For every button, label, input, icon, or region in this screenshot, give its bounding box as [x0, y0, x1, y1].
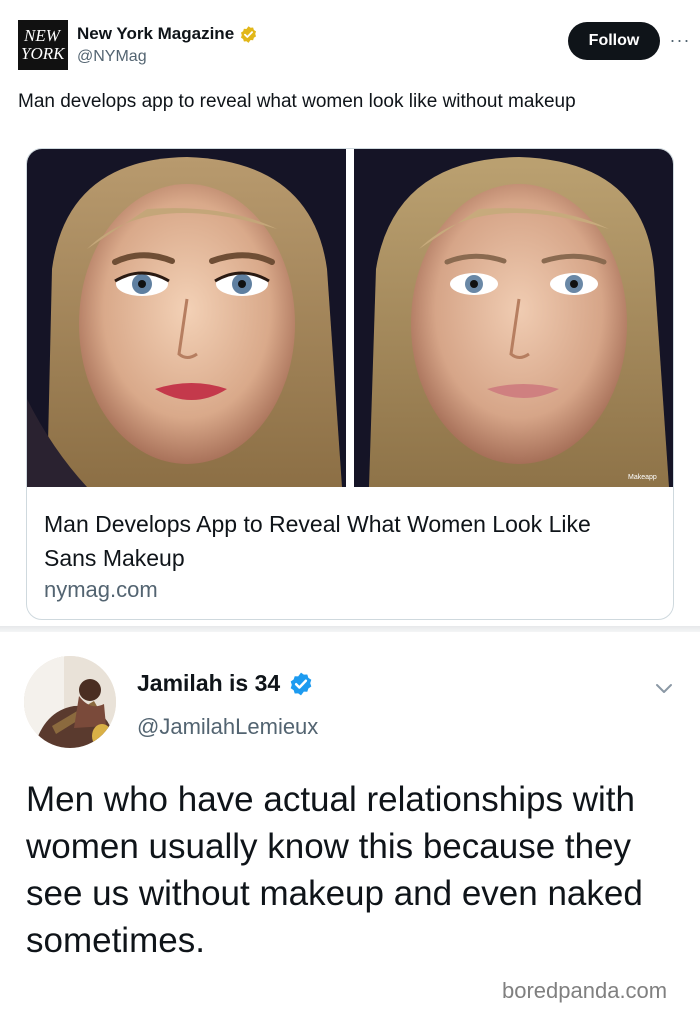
- author-handle[interactable]: @NYMag: [77, 48, 147, 66]
- author-display-name[interactable]: Jamilah is 34: [137, 670, 280, 697]
- svg-text:NEW: NEW: [23, 26, 62, 45]
- follow-button[interactable]: Follow: [568, 22, 660, 60]
- new-york-logo-icon: NEW YORK: [18, 20, 68, 70]
- boredpanda-watermark: boredpanda.com: [502, 978, 668, 1003]
- woman-without-makeup-photo: Makeapp: [354, 149, 673, 487]
- tweet-text: Man develops app to reveal what women lo…: [18, 91, 576, 112]
- jamilah-tweet: Jamilah is 34 @JamilahLemieux Men who ha…: [0, 632, 700, 1016]
- gold-verified-badge-icon: [239, 25, 258, 44]
- new-york-magazine-logo-avatar[interactable]: NEW YORK: [18, 20, 68, 70]
- profile-photo: [24, 656, 116, 748]
- chevron-down-icon[interactable]: [652, 676, 676, 700]
- svg-text:YORK: YORK: [21, 44, 66, 63]
- woman-with-makeup-photo: [27, 149, 346, 487]
- avatar[interactable]: [24, 656, 116, 748]
- svg-text:Makeapp: Makeapp: [628, 474, 657, 481]
- author-display-name[interactable]: New York Magazine: [77, 24, 234, 44]
- author-handle[interactable]: @JamilahLemieux: [137, 714, 318, 740]
- card-domain[interactable]: nymag.com: [44, 577, 158, 603]
- card-images: Makeapp: [27, 149, 673, 487]
- blue-verified-badge-icon: [288, 671, 314, 697]
- link-preview-card[interactable]: Makeapp Man Develops App to Reveal What …: [26, 148, 674, 620]
- card-title[interactable]: Man Develops App to Reveal What Women Lo…: [44, 507, 644, 575]
- tweet-text: Men who have actual relationships with w…: [26, 780, 643, 960]
- author-name-row: New York Magazine: [77, 24, 258, 44]
- nymag-tweet: NEW YORK New York Magazine @NYMag Follow…: [0, 0, 700, 626]
- more-options-icon[interactable]: ···: [666, 26, 694, 54]
- author-name-row: Jamilah is 34: [137, 670, 314, 697]
